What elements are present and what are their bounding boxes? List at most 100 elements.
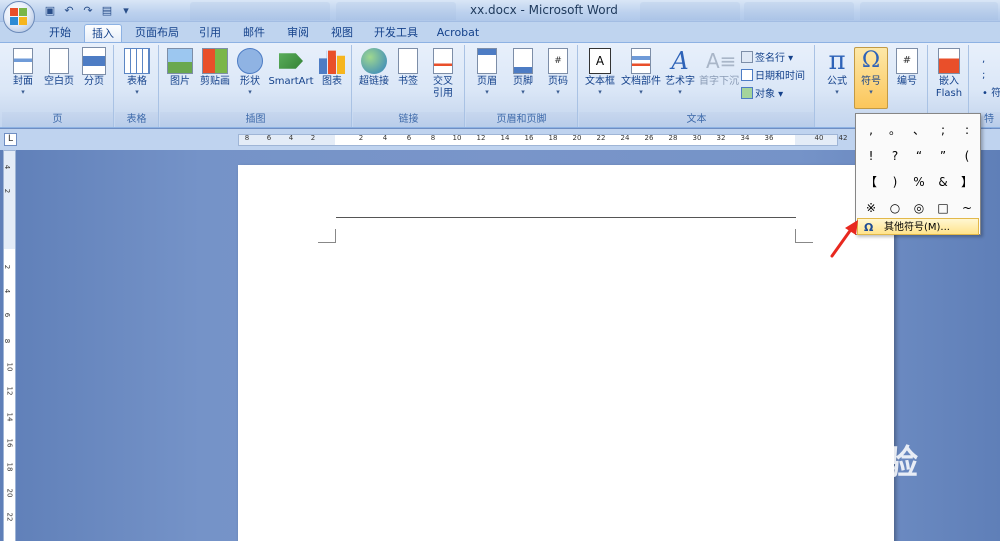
special-item-comma[interactable]: , <box>982 53 985 66</box>
cover-page-icon <box>13 48 33 74</box>
ruler-number: 18 <box>548 134 558 142</box>
ruler-number: 2 <box>310 134 316 142</box>
drop-cap-button[interactable]: A≡ 首字下沉 <box>697 48 741 88</box>
horizontal-ruler[interactable]: 8 6 4 2 2 4 6 8 10 12 14 16 18 20 22 24 26 28 30 32 34 36 40 42 <box>238 134 847 146</box>
wordart-icon: A <box>671 47 689 75</box>
object-button[interactable]: 对象 ▾ <box>741 87 783 101</box>
numbering-label: 编号 <box>897 76 917 87</box>
symbol-grid: ,。、;:!? “”(【)% &】 ※ ○ ◎ □ ~ <box>859 117 979 221</box>
tab-page-layout[interactable]: 页面布局 <box>128 24 186 42</box>
footer-button[interactable]: 页脚 ▾ <box>506 48 540 96</box>
bookmark-button[interactable]: 书签 <box>393 48 423 88</box>
symbol-item[interactable]: , <box>859 117 883 143</box>
vertical-ruler[interactable]: 4 2 2 4 6 8 10 12 14 16 18 20 22 <box>3 150 16 541</box>
quick-parts-button[interactable]: 文档部件 ▾ <box>619 48 663 96</box>
blank-page-button[interactable]: 空白页 <box>42 48 76 88</box>
symbol-item[interactable]: & <box>931 169 955 195</box>
ruler-number: 16 <box>524 134 534 142</box>
tab-mailings[interactable]: 邮件 <box>234 24 274 42</box>
shapes-button[interactable]: 形状 ▾ <box>234 48 266 96</box>
cover-page-button[interactable]: 封面 ▾ <box>6 48 40 96</box>
symbol-item[interactable]: “ <box>907 143 931 169</box>
tab-stop-selector[interactable]: L <box>4 133 17 146</box>
office-button[interactable] <box>3 1 35 33</box>
symbol-item[interactable]: : <box>955 117 979 143</box>
ruler-number: 8 <box>244 134 250 142</box>
picture-label: 图片 <box>170 76 190 87</box>
save-icon[interactable]: ▣ <box>42 3 58 18</box>
numbering-button[interactable]: # 编号 <box>890 48 924 88</box>
picture-button[interactable]: 图片 <box>164 48 196 88</box>
chart-icon <box>319 50 345 74</box>
shapes-label: 形状 <box>240 76 260 87</box>
text-box-button[interactable]: A 文本框 ▾ <box>583 48 617 96</box>
picture-icon <box>167 48 193 74</box>
ruler-number: 4 <box>3 164 12 170</box>
quick-parts-icon <box>631 48 651 74</box>
taskbar-tab-blurred <box>744 2 854 20</box>
ruler-number: 28 <box>668 134 678 142</box>
tab-insert[interactable]: 插入 <box>84 24 122 42</box>
print-preview-icon[interactable]: ▤ <box>99 3 115 18</box>
tab-developer[interactable]: 开发工具 <box>368 24 424 42</box>
date-time-button[interactable]: 日期和时间 <box>741 69 805 83</box>
symbol-item[interactable]: % <box>907 169 931 195</box>
more-symbols-menu-item[interactable]: Ω 其他符号(M)... <box>857 218 979 235</box>
table-icon <box>124 48 150 74</box>
omega-icon: Ω <box>864 221 874 234</box>
flash-icon <box>938 48 960 74</box>
chart-button[interactable]: 图表 <box>316 48 348 88</box>
tab-view[interactable]: 视图 <box>322 24 362 42</box>
symbol-item[interactable]: ) <box>883 169 907 195</box>
symbol-item[interactable]: ” <box>931 143 955 169</box>
cross-reference-button[interactable]: 交叉引用 <box>425 48 461 100</box>
document-page[interactable] <box>238 165 894 541</box>
equation-button[interactable]: π 公式 ▾ <box>820 48 854 96</box>
symbol-item[interactable]: ! <box>859 143 883 169</box>
undo-icon[interactable]: ↶ <box>61 3 77 18</box>
header-rule-line <box>336 217 796 218</box>
wordart-button[interactable]: A 艺术字 ▾ <box>663 48 697 96</box>
tab-references[interactable]: 引用 <box>190 24 230 42</box>
symbol-item[interactable]: 。 <box>883 117 907 143</box>
symbol-button[interactable]: Ω 符号 ▾ <box>854 47 888 109</box>
tab-review[interactable]: 审阅 <box>278 24 318 42</box>
ruler-text-area <box>335 135 795 145</box>
hyperlink-button[interactable]: 超链接 <box>357 48 391 88</box>
customize-qat-icon[interactable]: ▾ <box>118 3 134 18</box>
ruler-number: 30 <box>692 134 702 142</box>
group-header-footer: 页眉 ▾ 页脚 ▾ # 页码 ▾ 页眉和页脚 <box>466 45 578 127</box>
smartart-button[interactable]: SmartArt <box>268 48 314 88</box>
text-box-label: 文本框 <box>585 76 615 87</box>
page-number-icon: # <box>548 48 568 74</box>
special-item-semicolon[interactable]: ; <box>982 69 985 82</box>
symbol-item[interactable]: ; <box>931 117 955 143</box>
clip-art-button[interactable]: 剪贴画 <box>198 48 232 88</box>
ruler-number: 32 <box>716 134 726 142</box>
header-button[interactable]: 页眉 ▾ <box>470 48 504 96</box>
dropdown-arrow-icon: ▾ <box>678 88 682 96</box>
symbol-item[interactable]: 】 <box>955 169 979 195</box>
tab-home[interactable]: 开始 <box>40 24 80 42</box>
cover-page-label: 封面 <box>13 76 33 87</box>
symbol-item[interactable]: ? <box>883 143 907 169</box>
special-item-symbol[interactable]: • 符 <box>982 87 1000 100</box>
ruler-number: 8 <box>3 338 12 344</box>
symbol-item[interactable]: 、 <box>907 117 931 143</box>
shapes-icon <box>237 48 263 74</box>
page-break-button[interactable]: 分页 <box>78 47 110 88</box>
page-number-button[interactable]: # 页码 ▾ <box>542 48 574 96</box>
signature-line-button[interactable]: 签名行 ▾ <box>741 51 793 65</box>
tab-acrobat[interactable]: Acrobat <box>430 24 486 42</box>
ruler-number: 24 <box>620 134 630 142</box>
ruler-number: 26 <box>644 134 654 142</box>
symbol-item[interactable]: 【 <box>859 169 883 195</box>
embed-flash-button[interactable]: 嵌入Flash <box>932 48 966 100</box>
ruler-number: 6 <box>3 312 12 318</box>
symbol-item[interactable]: ( <box>955 143 979 169</box>
table-button[interactable]: 表格 ▾ <box>121 48 153 96</box>
redo-icon[interactable]: ↷ <box>80 3 96 18</box>
group-tables: 表格 ▾ 表格 <box>115 45 159 127</box>
ruler-number: 2 <box>358 134 364 142</box>
chart-label: 图表 <box>322 76 342 87</box>
